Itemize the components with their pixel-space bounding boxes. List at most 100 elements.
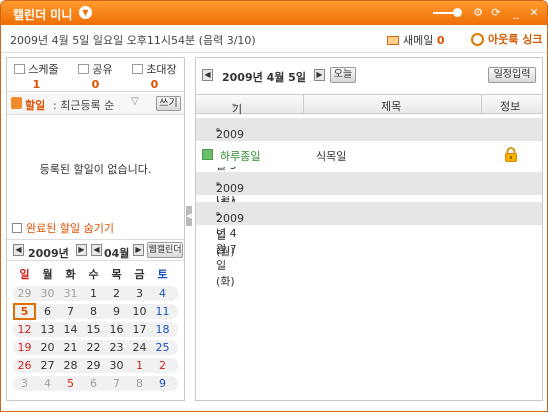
tab-share[interactable]: 공유 0 [66,61,125,91]
calendar-day[interactable]: 1 [82,287,105,300]
calendar-day-today[interactable]: 5 [13,303,36,320]
calendar-day[interactable]: 31 [59,287,82,300]
minimize-icon[interactable]: _ [509,6,523,20]
calendar-day[interactable]: 30 [105,359,128,372]
calendar-day[interactable]: 18 [151,323,174,336]
mail-count: 0 [436,34,445,47]
calendar-day[interactable]: 29 [82,359,105,372]
calendar-day[interactable]: 17 [128,323,151,336]
add-event-button[interactable]: 일정입력 [488,67,536,83]
calendar-day[interactable]: 11 [151,305,174,318]
prev-day-button[interactable]: ◀ [202,69,213,81]
week-row: 12 13 14 15 16 17 18 [13,322,178,337]
calendar-day[interactable]: 2 [151,359,174,372]
title-bar[interactable]: 캘린더 미니 ▼ ⚙ ⟳ _ ✕ [1,1,547,25]
calendar-day[interactable]: 30 [36,287,59,300]
tab-schedule[interactable]: 스케줄 1 [7,61,66,91]
calendar-day[interactable]: 16 [105,323,128,336]
event-period: 하루종일 [220,150,261,163]
weekday-label: 토 [157,268,168,281]
lock-icon [505,147,517,162]
calendar-day[interactable]: 3 [13,377,36,390]
calendar-day[interactable]: 29 [13,287,36,300]
date-group-label: 2009년 4월 7일 (화) [216,212,244,288]
calendar-day[interactable]: 19 [13,341,36,354]
event-title: 식목일 [316,150,347,163]
web-calendar-button[interactable]: 웹캘린더 [147,242,183,258]
calendar-day[interactable]: 3 [128,287,151,300]
close-icon[interactable]: ✕ [527,6,541,20]
write-todo-button[interactable]: 쓰기 [156,96,181,111]
calendar-day[interactable]: 4 [36,377,59,390]
date-group[interactable]: 2009년 4월 7일 (화) [196,202,542,288]
chevron-down-icon[interactable]: ▼ [79,6,92,19]
calendar-day[interactable]: 6 [36,305,59,318]
sort-dropdown-icon[interactable]: ▽ [131,96,139,107]
week-row: 29 30 31 1 2 3 4 [13,286,178,301]
todo-sort-label[interactable]: : 최근등록 순 [53,97,114,113]
next-year-button[interactable]: ▶ [76,244,87,256]
calendar-day[interactable]: 7 [59,305,82,318]
sort-down-icon: ▾ [232,101,237,110]
slider-knob[interactable] [453,8,462,17]
weekday-label: 금 [134,268,145,281]
panel-splitter[interactable]: ◀ [186,206,192,226]
event-row[interactable]: 하루종일 식목일 [196,143,542,167]
date-group[interactable]: 2009년 4월 6일 (월) [196,172,542,258]
refresh-icon[interactable]: ⟳ [489,6,503,20]
weekday-label: 수 [88,268,99,281]
calendar-day[interactable]: 7 [105,377,128,390]
calendar-mini-window: 캘린더 미니 ▼ ⚙ ⟳ _ ✕ 2009년 4월 5일 일요일 오후11시54… [0,0,548,412]
calendar-day[interactable]: 4 [151,287,174,300]
today-button[interactable]: 오늘 [330,67,356,83]
calendar-day[interactable]: 9 [105,305,128,318]
calendar-day[interactable]: 8 [82,305,105,318]
column-divider [303,95,304,113]
sync-label: 아웃룩 싱크 [488,33,543,46]
calendar-day[interactable]: 20 [36,341,59,354]
hide-completed-label: 완료된 할일 숨기기 [26,222,114,235]
weekday-label: 월 [42,268,53,281]
calendar-day[interactable]: 8 [128,377,151,390]
calendar-day[interactable]: 27 [36,359,59,372]
calendar-day[interactable]: 26 [13,359,36,372]
column-header-title[interactable]: 제목 [381,98,401,114]
hide-completed-checkbox[interactable] [12,223,22,233]
event-category-icon [202,149,213,160]
calendar-day[interactable]: 14 [59,323,82,336]
calendar-day[interactable]: 15 [82,323,105,336]
calendar-day[interactable]: 5 [59,377,82,390]
tab-count: 0 [91,78,100,91]
pin-icon[interactable]: ⚙ [471,6,485,20]
prev-year-button[interactable]: ◀ [13,244,24,256]
calendar-day[interactable]: 24 [128,341,151,354]
calendar-day[interactable]: 13 [36,323,59,336]
calendar-month: 04월 [104,247,130,260]
prev-month-button[interactable]: ◀ [91,244,102,256]
calendar-day[interactable]: 12 [13,323,36,336]
sync-icon [471,33,484,46]
calendar-day[interactable]: 25 [151,341,174,354]
calendar-day[interactable]: 2 [105,287,128,300]
new-mail-link[interactable]: 새메일 0 [387,32,445,48]
next-day-button[interactable]: ▶ [314,69,325,81]
calendar-day[interactable]: 21 [59,341,82,354]
calendar-day[interactable]: 10 [128,305,151,318]
calendar-day[interactable]: 23 [105,341,128,354]
mini-calendar-nav: ◀ 2009년 ▶ ◀ 04월 ▶ 웹캘린더 [7,239,184,261]
tab-label: 스케줄 [28,63,59,76]
schedule-icon [14,64,26,74]
tab-invitation[interactable]: 초대장 0 [125,61,184,91]
left-panel: 스케줄 1 공유 0 초대장 0 할일 : 최근등록 순 ▽ 쓰기 등록된 할일이 없… [6,57,185,401]
opacity-slider[interactable] [433,8,462,17]
date-group[interactable]: 2009년 4월 5일 (일) [196,118,542,204]
hide-completed-option[interactable]: 완료된 할일 숨기기 [12,220,114,236]
calendar-day[interactable]: 9 [151,377,174,390]
calendar-day[interactable]: 6 [82,377,105,390]
column-header-info[interactable]: 정보 [500,98,520,114]
calendar-day[interactable]: 22 [82,341,105,354]
calendar-day[interactable]: 28 [59,359,82,372]
next-month-button[interactable]: ▶ [133,244,144,256]
calendar-day[interactable]: 1 [128,359,151,372]
outlook-sync-button[interactable]: 아웃룩 싱크 [471,31,542,47]
